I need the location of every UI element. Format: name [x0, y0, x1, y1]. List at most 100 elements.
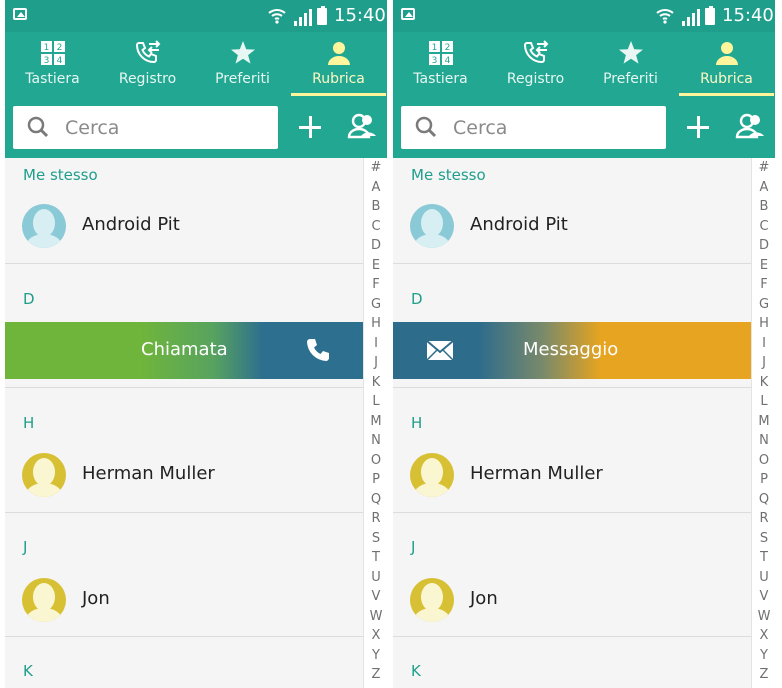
search-box[interactable]	[13, 106, 278, 149]
index-letter[interactable]: #	[752, 160, 775, 175]
index-letter[interactable]: T	[752, 550, 775, 565]
index-letter[interactable]: S	[364, 531, 387, 546]
tab-tastiera[interactable]: 1234 Tastiera	[393, 32, 488, 98]
index-letter[interactable]: B	[364, 199, 387, 214]
contact-row-android-pit[interactable]: Android Pit	[393, 196, 751, 260]
tab-bar: 1234 Tastiera Registro Preferiti Rubrica	[5, 32, 387, 98]
divider	[5, 512, 363, 513]
tab-rubrica[interactable]: Rubrica	[679, 32, 774, 98]
index-letter[interactable]: R	[364, 511, 387, 526]
dialpad-icon: 1 23 4	[41, 41, 65, 66]
add-contact-button[interactable]	[685, 114, 711, 140]
index-letter[interactable]: H	[752, 316, 775, 331]
index-letter[interactable]: C	[364, 219, 387, 234]
swipe-message-row[interactable]: Messaggio	[393, 322, 751, 379]
search-icon	[415, 116, 437, 138]
call-log-icon	[135, 40, 161, 64]
contact-row-herman-muller[interactable]: Herman Muller	[393, 445, 751, 509]
index-letter[interactable]: O	[752, 453, 775, 468]
index-letter[interactable]: G	[364, 297, 387, 312]
contact-name: Herman Muller	[470, 463, 603, 484]
index-letter[interactable]: L	[364, 394, 387, 409]
index-letter[interactable]: M	[364, 414, 387, 429]
index-letter[interactable]: Z	[752, 667, 775, 682]
index-letter[interactable]: F	[364, 277, 387, 292]
tab-registro[interactable]: Registro	[488, 32, 583, 98]
index-letter[interactable]: D	[752, 238, 775, 253]
index-letter[interactable]: Q	[752, 492, 775, 507]
section-header-d: D	[23, 290, 35, 308]
index-letter[interactable]: #	[364, 160, 387, 175]
tab-label: Preferiti	[215, 71, 270, 87]
index-letter[interactable]: P	[364, 472, 387, 487]
index-letter[interactable]: G	[752, 297, 775, 312]
add-contact-button[interactable]	[297, 114, 323, 140]
index-letter[interactable]: W	[752, 609, 775, 624]
index-letter[interactable]: J	[364, 355, 387, 370]
tab-rubrica[interactable]: Rubrica	[291, 32, 386, 98]
index-letter[interactable]: J	[752, 355, 775, 370]
index-letter[interactable]: F	[752, 277, 775, 292]
index-letter[interactable]: X	[364, 628, 387, 643]
tab-label: Registro	[118, 71, 177, 87]
index-letter[interactable]: U	[364, 570, 387, 585]
index-letter[interactable]: U	[752, 570, 775, 585]
index-letter[interactable]: T	[364, 550, 387, 565]
svg-text:4: 4	[445, 56, 451, 66]
index-letter[interactable]: C	[752, 219, 775, 234]
index-letter[interactable]: E	[364, 258, 387, 273]
section-header-j: J	[411, 538, 416, 556]
index-letter[interactable]: Y	[364, 648, 387, 663]
index-letter[interactable]: O	[364, 453, 387, 468]
index-letter[interactable]: L	[752, 394, 775, 409]
swipe-call-row[interactable]: Chiamata	[5, 322, 363, 379]
index-letter[interactable]: V	[752, 589, 775, 604]
index-letter[interactable]: H	[364, 316, 387, 331]
dialpad-icon: 1 23 4	[429, 41, 453, 66]
contact-groups-icon[interactable]	[735, 112, 765, 140]
battery-icon	[705, 6, 715, 25]
avatar	[22, 204, 66, 248]
index-letter[interactable]: Y	[752, 648, 775, 663]
alphabet-index[interactable]: # A B C D E F G H I J K L M N O P Q R S T U V W X Y Z	[363, 158, 387, 688]
index-letter[interactable]: D	[364, 238, 387, 253]
contact-row-jon[interactable]: Jon	[393, 570, 751, 634]
tab-tastiera[interactable]: 1234 Tastiera	[5, 32, 100, 98]
index-letter[interactable]: R	[752, 511, 775, 526]
index-letter[interactable]: N	[364, 433, 387, 448]
svg-text:2: 2	[445, 43, 451, 53]
contact-row-herman-muller[interactable]: Herman Muller	[5, 445, 363, 509]
tab-registro[interactable]: Registro	[100, 32, 195, 98]
index-letter[interactable]: E	[752, 258, 775, 273]
contact-name: Android Pit	[470, 214, 568, 235]
section-header-k: K	[411, 662, 421, 680]
index-letter[interactable]: P	[752, 472, 775, 487]
tab-preferiti[interactable]: Preferiti	[195, 32, 290, 98]
contact-row-jon[interactable]: Jon	[5, 570, 363, 634]
index-letter[interactable]: K	[364, 375, 387, 390]
index-letter[interactable]: M	[752, 414, 775, 429]
index-letter[interactable]: I	[752, 336, 775, 351]
index-letter[interactable]: Z	[364, 667, 387, 682]
search-input[interactable]	[63, 112, 267, 144]
index-letter[interactable]: Q	[364, 492, 387, 507]
search-input[interactable]	[451, 112, 655, 144]
contact-groups-icon[interactable]	[347, 112, 377, 140]
status-time: 15:40	[722, 5, 774, 26]
search-box[interactable]	[401, 106, 666, 149]
tab-preferiti[interactable]: Preferiti	[583, 32, 678, 98]
index-letter[interactable]: X	[752, 628, 775, 643]
index-letter[interactable]: S	[752, 531, 775, 546]
alphabet-index[interactable]: # A B C D E F G H I J K L M N O P Q R S T U V W X Y Z	[751, 158, 775, 688]
index-letter[interactable]: A	[364, 180, 387, 195]
index-letter[interactable]: A	[752, 180, 775, 195]
avatar	[22, 453, 66, 497]
contact-row-android-pit[interactable]: Android Pit	[5, 196, 363, 260]
index-letter[interactable]: V	[364, 589, 387, 604]
index-letter[interactable]: B	[752, 199, 775, 214]
index-letter[interactable]: K	[752, 375, 775, 390]
index-letter[interactable]: W	[364, 609, 387, 624]
search-bar	[5, 98, 387, 158]
index-letter[interactable]: N	[752, 433, 775, 448]
index-letter[interactable]: I	[364, 336, 387, 351]
